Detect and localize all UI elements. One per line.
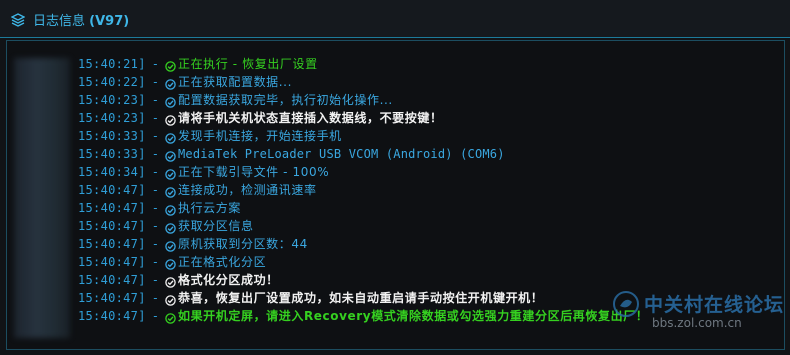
log-line: 15:40:47] - 获取分区信息	[78, 217, 778, 235]
check-circle-icon	[165, 203, 176, 216]
check-circle-icon	[165, 257, 176, 270]
check-circle-icon	[165, 185, 176, 198]
log-timestamp: 15:40:47]	[78, 291, 146, 305]
log-line: 15:40:22] - 正在获取配置数据...	[78, 73, 778, 91]
check-circle-icon	[165, 77, 176, 90]
log-line: 15:40:21] - 正在执行 - 恢复出厂设置	[78, 55, 778, 73]
version-label: (V97)	[89, 14, 130, 29]
check-circle-icon	[165, 131, 176, 144]
check-circle-icon	[165, 167, 176, 180]
log-line: 15:40:47] - 格式化分区成功！	[78, 271, 778, 289]
log-timestamp: 15:40:47]	[78, 255, 146, 269]
log-separator: -	[151, 57, 159, 71]
log-timestamp: 15:40:22]	[78, 75, 146, 89]
log-separator: -	[151, 201, 159, 215]
log-timestamp: 15:40:47]	[78, 219, 146, 233]
log-line: 15:40:47] - 原机获取到分区数：44	[78, 235, 778, 253]
log-separator: -	[151, 219, 159, 233]
log-separator: -	[151, 111, 159, 125]
log-message: 正在执行 - 恢复出厂设置	[177, 57, 318, 71]
check-circle-icon	[165, 149, 176, 162]
log-line: 15:40:47] - 连接成功，检测通讯速率	[78, 181, 778, 199]
log-timestamp: 15:40:33]	[78, 129, 146, 143]
panel-title-text: 日志信息	[33, 14, 86, 29]
log-message: 执行云方案	[177, 201, 241, 215]
log-separator: -	[151, 129, 159, 143]
log-message: 正在下载引导文件 - 100%	[177, 165, 330, 179]
log-timestamp: 15:40:34]	[78, 165, 146, 179]
log-list: 15:40:21] - 正在执行 - 恢复出厂设置 15:40:22] - 正在获取配置数…	[78, 55, 778, 325]
check-circle-icon	[165, 221, 176, 234]
log-separator: -	[151, 183, 159, 197]
layers-icon	[10, 12, 26, 27]
log-separator: -	[151, 93, 159, 107]
log-separator: -	[151, 147, 159, 161]
log-message: 连接成功，检测通讯速率	[177, 183, 317, 197]
log-message: 正在获取配置数据...	[177, 75, 293, 89]
check-circle-icon	[165, 293, 176, 306]
log-timestamp: 15:40:47]	[78, 183, 146, 197]
log-separator: -	[151, 309, 159, 323]
log-message: 发现手机连接，开始连接手机	[177, 129, 342, 143]
log-message: 如果开机定屏，请进入Recovery模式清除数据或勾选强力重建分区后再恢复出厂！	[177, 309, 649, 323]
log-separator: -	[151, 165, 159, 179]
log-separator: -	[151, 291, 159, 305]
log-separator: -	[151, 75, 159, 89]
log-message: 正在格式化分区	[177, 255, 267, 269]
log-message: 配置数据获取完毕，执行初始化操作...	[177, 93, 393, 107]
log-timestamp: 15:40:23]	[78, 111, 146, 125]
log-message: 获取分区信息	[177, 219, 254, 233]
log-line: 15:40:33] - MediaTek PreLoader USB VCOM (A…	[78, 145, 778, 163]
check-circle-icon	[165, 59, 176, 72]
check-circle-icon	[165, 113, 176, 126]
log-message: 原机获取到分区数：44	[177, 237, 308, 251]
log-separator: -	[151, 237, 159, 251]
log-message: 恭喜，恢复出厂设置成功，如未自动重启请手动按住开机键开机！	[177, 291, 544, 305]
log-timestamp: 15:40:33]	[78, 147, 146, 161]
log-line: 15:40:47] - 如果开机定屏，请进入Recovery模式清除数据或勾选强力重…	[78, 307, 778, 325]
log-line: 15:40:47] - 正在格式化分区	[78, 253, 778, 271]
log-timestamp: 15:40:23]	[78, 93, 146, 107]
log-line: 15:40:23] - 配置数据获取完毕，执行初始化操作...	[78, 91, 778, 109]
panel-title: 日志信息 (V97)	[33, 10, 129, 29]
log-separator: -	[151, 273, 159, 287]
log-timestamp: 15:40:21]	[78, 57, 146, 71]
check-circle-icon	[165, 95, 176, 108]
log-message: 请将手机关机状态直接插入数据线，不要按键！	[177, 111, 443, 125]
blurred-region	[14, 58, 70, 338]
log-line: 15:40:23] - 请将手机关机状态直接插入数据线，不要按键！	[78, 109, 778, 127]
log-line: 15:40:47] - 恭喜，恢复出厂设置成功，如未自动重启请手动按住开机键开机！	[78, 289, 778, 307]
log-timestamp: 15:40:47]	[78, 273, 146, 287]
log-message: 格式化分区成功！	[177, 273, 279, 287]
log-line: 15:40:47] - 执行云方案	[78, 199, 778, 217]
check-circle-icon	[165, 311, 176, 324]
log-separator: -	[151, 255, 159, 269]
log-line: 15:40:34] - 正在下载引导文件 - 100%	[78, 163, 778, 181]
log-timestamp: 15:40:47]	[78, 309, 146, 323]
check-circle-icon	[165, 275, 176, 288]
log-panel: 日志信息 (V97) 15:40:21] - 正在执行 - 恢复出厂设置 15:40:…	[0, 0, 790, 355]
log-message: MediaTek PreLoader USB VCOM (Android) (C…	[177, 147, 505, 161]
log-timestamp: 15:40:47]	[78, 201, 146, 215]
log-line: 15:40:33] - 发现手机连接，开始连接手机	[78, 127, 778, 145]
check-circle-icon	[165, 239, 176, 252]
panel-header: 日志信息 (V97)	[0, 0, 790, 38]
log-timestamp: 15:40:47]	[78, 237, 146, 251]
